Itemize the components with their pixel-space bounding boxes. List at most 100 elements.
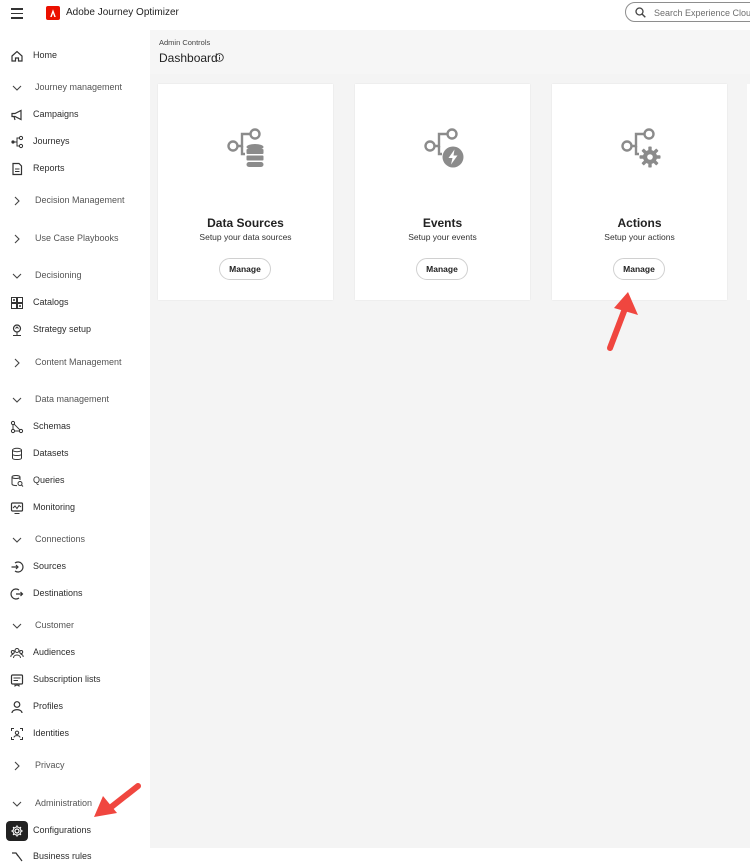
nav-section-label: Data management [35, 394, 110, 404]
catalog-icon [11, 297, 23, 309]
nav-section-label: Customer [35, 620, 75, 630]
dataset-icon [12, 447, 22, 460]
card-subtitle: Setup your events [408, 232, 477, 242]
chevron-down-icon [12, 801, 22, 807]
profile-icon [11, 701, 23, 714]
rules-icon [12, 852, 23, 862]
nav-section-label: Use Case Playbooks [35, 233, 119, 243]
sidebar-item-label: Monitoring [33, 502, 76, 512]
sidebar-item-label: Profiles [33, 701, 64, 711]
sidebar-item-strategy-setup[interactable]: Strategy setup [0, 319, 150, 341]
megaphone-icon [11, 109, 22, 121]
nav-section-data-management[interactable]: Data management [0, 389, 150, 411]
adobe-logo-icon [46, 6, 60, 20]
destinations-icon [10, 588, 24, 600]
sidebar-item-label: Journeys [33, 136, 70, 146]
sidebar-item-label: Configurations [33, 825, 92, 835]
nav-section-privacy[interactable]: Privacy [0, 755, 150, 777]
breadcrumb[interactable]: Admin Controls [159, 38, 210, 47]
app-title: Adobe Journey Optimizer [66, 7, 179, 18]
annotation-arrow-icon [607, 292, 638, 351]
sidebar-item-profiles[interactable]: Profiles [0, 696, 150, 718]
nav-section-decisioning[interactable]: Decisioning [0, 265, 150, 287]
sidebar-item-business-rules[interactable]: Business rules [0, 846, 150, 868]
sidebar-item-label: Reports [33, 163, 65, 173]
report-icon [12, 162, 23, 176]
card-data-sources: Data Sources Setup your data sources Man… [158, 84, 333, 300]
sidebar-item-datasets[interactable]: Datasets [0, 443, 150, 465]
sidebar-item-label: Schemas [33, 421, 71, 431]
info-icon[interactable] [215, 53, 224, 62]
audiences-icon [10, 648, 24, 659]
sidebar-item-label: Strategy setup [33, 324, 92, 334]
sidebar-item-home[interactable]: Home [0, 45, 150, 67]
dashboard-content: Data Sources Setup your data sources Man… [150, 74, 750, 848]
sidebar-item-campaigns[interactable]: Campaigns [0, 104, 150, 126]
subscription-icon [10, 674, 24, 687]
nav-section-journey-management[interactable]: Journey management [0, 77, 150, 99]
sidebar-item-configurations[interactable]: Configurations [0, 820, 150, 842]
query-icon [11, 475, 24, 487]
manage-data-sources-button[interactable]: Manage [219, 258, 271, 280]
sidebar-item-subscription-lists[interactable]: Subscription lists [0, 669, 150, 691]
sidebar-item-label: Destinations [33, 588, 83, 598]
chevron-down-icon [12, 273, 22, 279]
gear-icon [6, 821, 28, 841]
sidebar-item-label: Business rules [33, 851, 92, 861]
strategy-icon [12, 324, 22, 336]
sidebar-item-monitoring[interactable]: Monitoring [0, 497, 150, 519]
sidebar-item-label: Identities [33, 728, 70, 738]
schema-icon [10, 420, 24, 434]
sidebar-item-label: Catalogs [33, 297, 69, 307]
nav-section-label: Decisioning [35, 270, 82, 280]
sidebar-item-label: Campaigns [33, 109, 79, 119]
sidebar-item-audiences[interactable]: Audiences [0, 642, 150, 664]
chevron-down-icon [12, 85, 22, 91]
nav-section-customer[interactable]: Customer [0, 615, 150, 637]
sidebar-item-label: Sources [33, 561, 67, 571]
card-subtitle: Setup your actions [604, 232, 675, 242]
sidebar-item-journeys[interactable]: Journeys [0, 131, 150, 153]
annotation-arrow-icon [94, 783, 141, 817]
search-box[interactable] [625, 2, 750, 22]
chevron-down-icon [12, 623, 22, 629]
search-input[interactable] [652, 4, 750, 22]
sidebar-item-destinations[interactable]: Destinations [0, 583, 150, 605]
nav-section-use-case-playbooks[interactable]: Use Case Playbooks [0, 228, 150, 250]
sidebar-item-queries[interactable]: Queries [0, 470, 150, 492]
actions-icon [621, 128, 661, 168]
manage-events-button[interactable]: Manage [416, 258, 468, 280]
chevron-right-icon [14, 358, 20, 368]
card-title: Events [422, 216, 463, 230]
sidebar: Home Journey management Campaigns Journeys R… [0, 27, 150, 862]
chevron-down-icon [12, 397, 22, 403]
sidebar-item-reports[interactable]: Reports [0, 158, 150, 180]
sidebar-item-label: Subscription lists [33, 674, 101, 684]
monitoring-icon [10, 502, 24, 514]
menu-icon[interactable] [11, 8, 23, 19]
nav-section-content-management[interactable]: Content Management [0, 352, 150, 374]
nav-section-label: Decision Management [35, 195, 125, 205]
home-icon [11, 50, 23, 62]
sidebar-item-identities[interactable]: Identities [0, 723, 150, 745]
page-title: Dashboard [159, 51, 218, 65]
data-sources-icon [227, 128, 264, 167]
sidebar-item-schemas[interactable]: Schemas [0, 416, 150, 438]
card-actions: Actions Setup your actions Manage [552, 84, 727, 300]
nav-section-label: Journey management [35, 82, 123, 92]
chevron-down-icon [12, 537, 22, 543]
chevron-right-icon [14, 196, 20, 206]
card-title: Data Sources [207, 216, 284, 230]
sidebar-item-catalogs[interactable]: Catalogs [0, 292, 150, 314]
chevron-right-icon [14, 761, 20, 771]
card-events: Events Setup your events Manage [355, 84, 530, 300]
nav-section-decision-management[interactable]: Decision Management [0, 190, 150, 212]
sidebar-item-label: Audiences [33, 647, 76, 657]
nav-section-connections[interactable]: Connections [0, 529, 150, 551]
manage-actions-button[interactable]: Manage [613, 258, 665, 280]
chevron-right-icon [14, 234, 20, 244]
nav-section-label: Privacy [35, 760, 65, 770]
nav-section-label: Administration [35, 798, 93, 808]
top-bar: Adobe Journey Optimizer [0, 0, 750, 27]
sidebar-item-sources[interactable]: Sources [0, 556, 150, 578]
